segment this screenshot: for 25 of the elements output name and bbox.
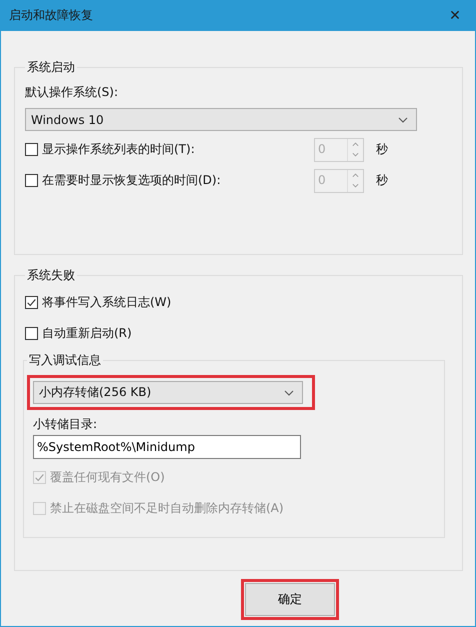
checkbox-label: 在需要时显示恢复选项的时间(D): [42, 172, 221, 189]
checkbox-label: 禁止在磁盘空间不足时自动删除内存转储(A) [50, 500, 284, 517]
window-title: 启动和故障恢复 [8, 7, 93, 24]
checkbox[interactable] [25, 143, 38, 156]
ok-button[interactable]: 确定 [245, 583, 335, 616]
checkbox-label: 显示操作系统列表的时间(T): [42, 141, 195, 158]
close-button[interactable]: ✕ [435, 0, 475, 31]
dump-type-dropdown[interactable]: 小内存转储(256 KB) [33, 381, 303, 404]
field-label: 小转储目录: [33, 416, 98, 433]
group-title: 写入调试信息 [28, 352, 102, 369]
checkbox-label: 覆盖任何现有文件(O) [50, 469, 165, 486]
os-dropdown[interactable]: Windows 10 [25, 108, 417, 131]
checkbox[interactable] [25, 174, 38, 187]
group-title: 系统失败 [26, 267, 76, 284]
group-title: 系统启动 [26, 59, 76, 76]
caret-icon [284, 390, 294, 396]
checkbox[interactable] [25, 296, 38, 309]
input-field[interactable]: %SystemRoot%\Minidump [33, 435, 301, 459]
caret-icon [398, 116, 408, 122]
checkbox[interactable] [25, 327, 38, 340]
unit-label: 秒 [376, 172, 388, 189]
checkbox-label: 将事件写入系统日志(W) [42, 294, 172, 311]
field-label: 默认操作系统(S): [25, 84, 120, 101]
checkbox-label: 自动重新启动(R) [42, 325, 132, 342]
unit-label: 秒 [376, 141, 388, 158]
